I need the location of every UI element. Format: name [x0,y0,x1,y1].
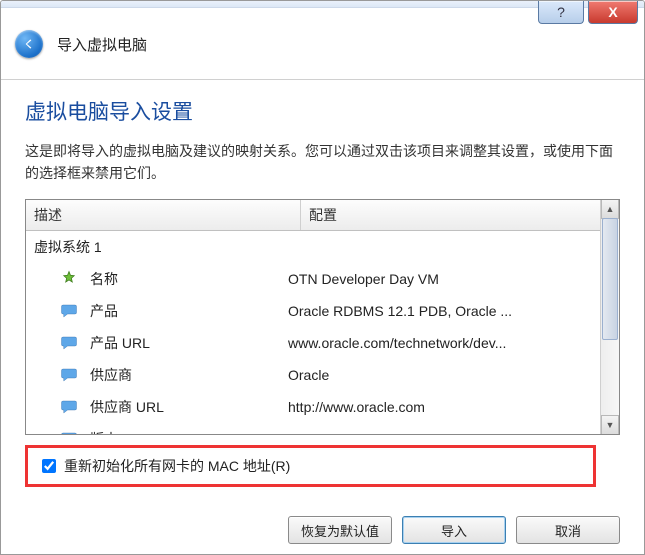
btn-label: 导入 [441,521,467,540]
row-conf: OTN Developer Day VM [288,271,611,287]
settings-table: 描述 配置 虚拟系统 1 名称 OTN Developer Day VM 产品 … [25,199,620,435]
row-conf: Oracle [288,367,611,383]
row-desc: 供应商 URL [90,397,288,417]
content-area: 虚拟电脑导入设置 这是即将导入的虚拟电脑及建议的映射关系。您可以通过双击该项目来… [1,80,644,487]
row-desc: 产品 [90,301,288,321]
titlebar-buttons: ? X [538,1,638,24]
star-icon [58,270,80,288]
scroll-up-button[interactable]: ▲ [601,200,619,219]
help-icon: ? [557,4,565,20]
speech-icon [58,366,80,384]
row-conf: http://www.oracle.com [288,399,611,415]
row-conf: www.oracle.com/technetwork/dev... [288,335,611,351]
row-conf: June 2014 [288,431,611,435]
column-config[interactable]: 配置 [301,200,619,230]
table-row[interactable]: 产品 Oracle RDBMS 12.1 PDB, Oracle ... [26,295,619,327]
help-button[interactable]: ? [538,1,584,24]
row-desc: 供应商 [90,365,288,385]
close-icon: X [608,4,617,20]
speech-icon [58,398,80,416]
section-description: 这是即将导入的虚拟电脑及建议的映射关系。您可以通过双击该项目来调整其设置，或使用… [25,140,620,185]
reinit-mac-highlight: 重新初始化所有网卡的 MAC 地址(R) [25,445,596,487]
reinit-mac-checkbox[interactable] [42,459,56,473]
btn-label: 取消 [555,521,581,540]
close-button[interactable]: X [588,1,638,24]
wizard-title: 导入虚拟电脑 [57,34,147,55]
column-description[interactable]: 描述 [26,200,301,230]
btn-label: 恢复为默认值 [301,521,379,540]
speech-icon [58,430,80,435]
restore-defaults-button[interactable]: 恢复为默认值 [288,516,392,544]
table-body: 虚拟系统 1 名称 OTN Developer Day VM 产品 Oracle… [26,231,619,435]
table-row[interactable]: 供应商 Oracle [26,359,619,391]
table-group[interactable]: 虚拟系统 1 [26,231,619,263]
table-row[interactable]: 供应商 URL http://www.oracle.com [26,391,619,423]
scroll-thumb[interactable] [602,218,618,340]
table-row[interactable]: 产品 URL www.oracle.com/technetwork/dev... [26,327,619,359]
reinit-mac-label: 重新初始化所有网卡的 MAC 地址(R) [64,456,290,476]
arrow-left-icon [21,36,37,52]
row-desc: 产品 URL [90,333,288,353]
dialog-window: ? X 导入虚拟电脑 虚拟电脑导入设置 这是即将导入的虚拟电脑及建议的映射关系。… [0,0,645,555]
speech-icon [58,302,80,320]
row-desc: 名称 [90,269,288,289]
table-row[interactable]: 版本 June 2014 [26,423,619,435]
table-header: 描述 配置 [26,200,619,231]
import-button[interactable]: 导入 [402,516,506,544]
table-row[interactable]: 名称 OTN Developer Day VM [26,263,619,295]
dialog-footer: 恢复为默认值 导入 取消 [288,516,620,544]
section-title: 虚拟电脑导入设置 [25,96,620,126]
speech-icon [58,334,80,352]
cancel-button[interactable]: 取消 [516,516,620,544]
vertical-scrollbar[interactable]: ▲ ▼ [600,200,619,434]
scroll-down-button[interactable]: ▼ [601,415,619,434]
row-conf: Oracle RDBMS 12.1 PDB, Oracle ... [288,303,611,319]
row-desc: 版本 [90,429,288,435]
back-button[interactable] [15,30,43,58]
